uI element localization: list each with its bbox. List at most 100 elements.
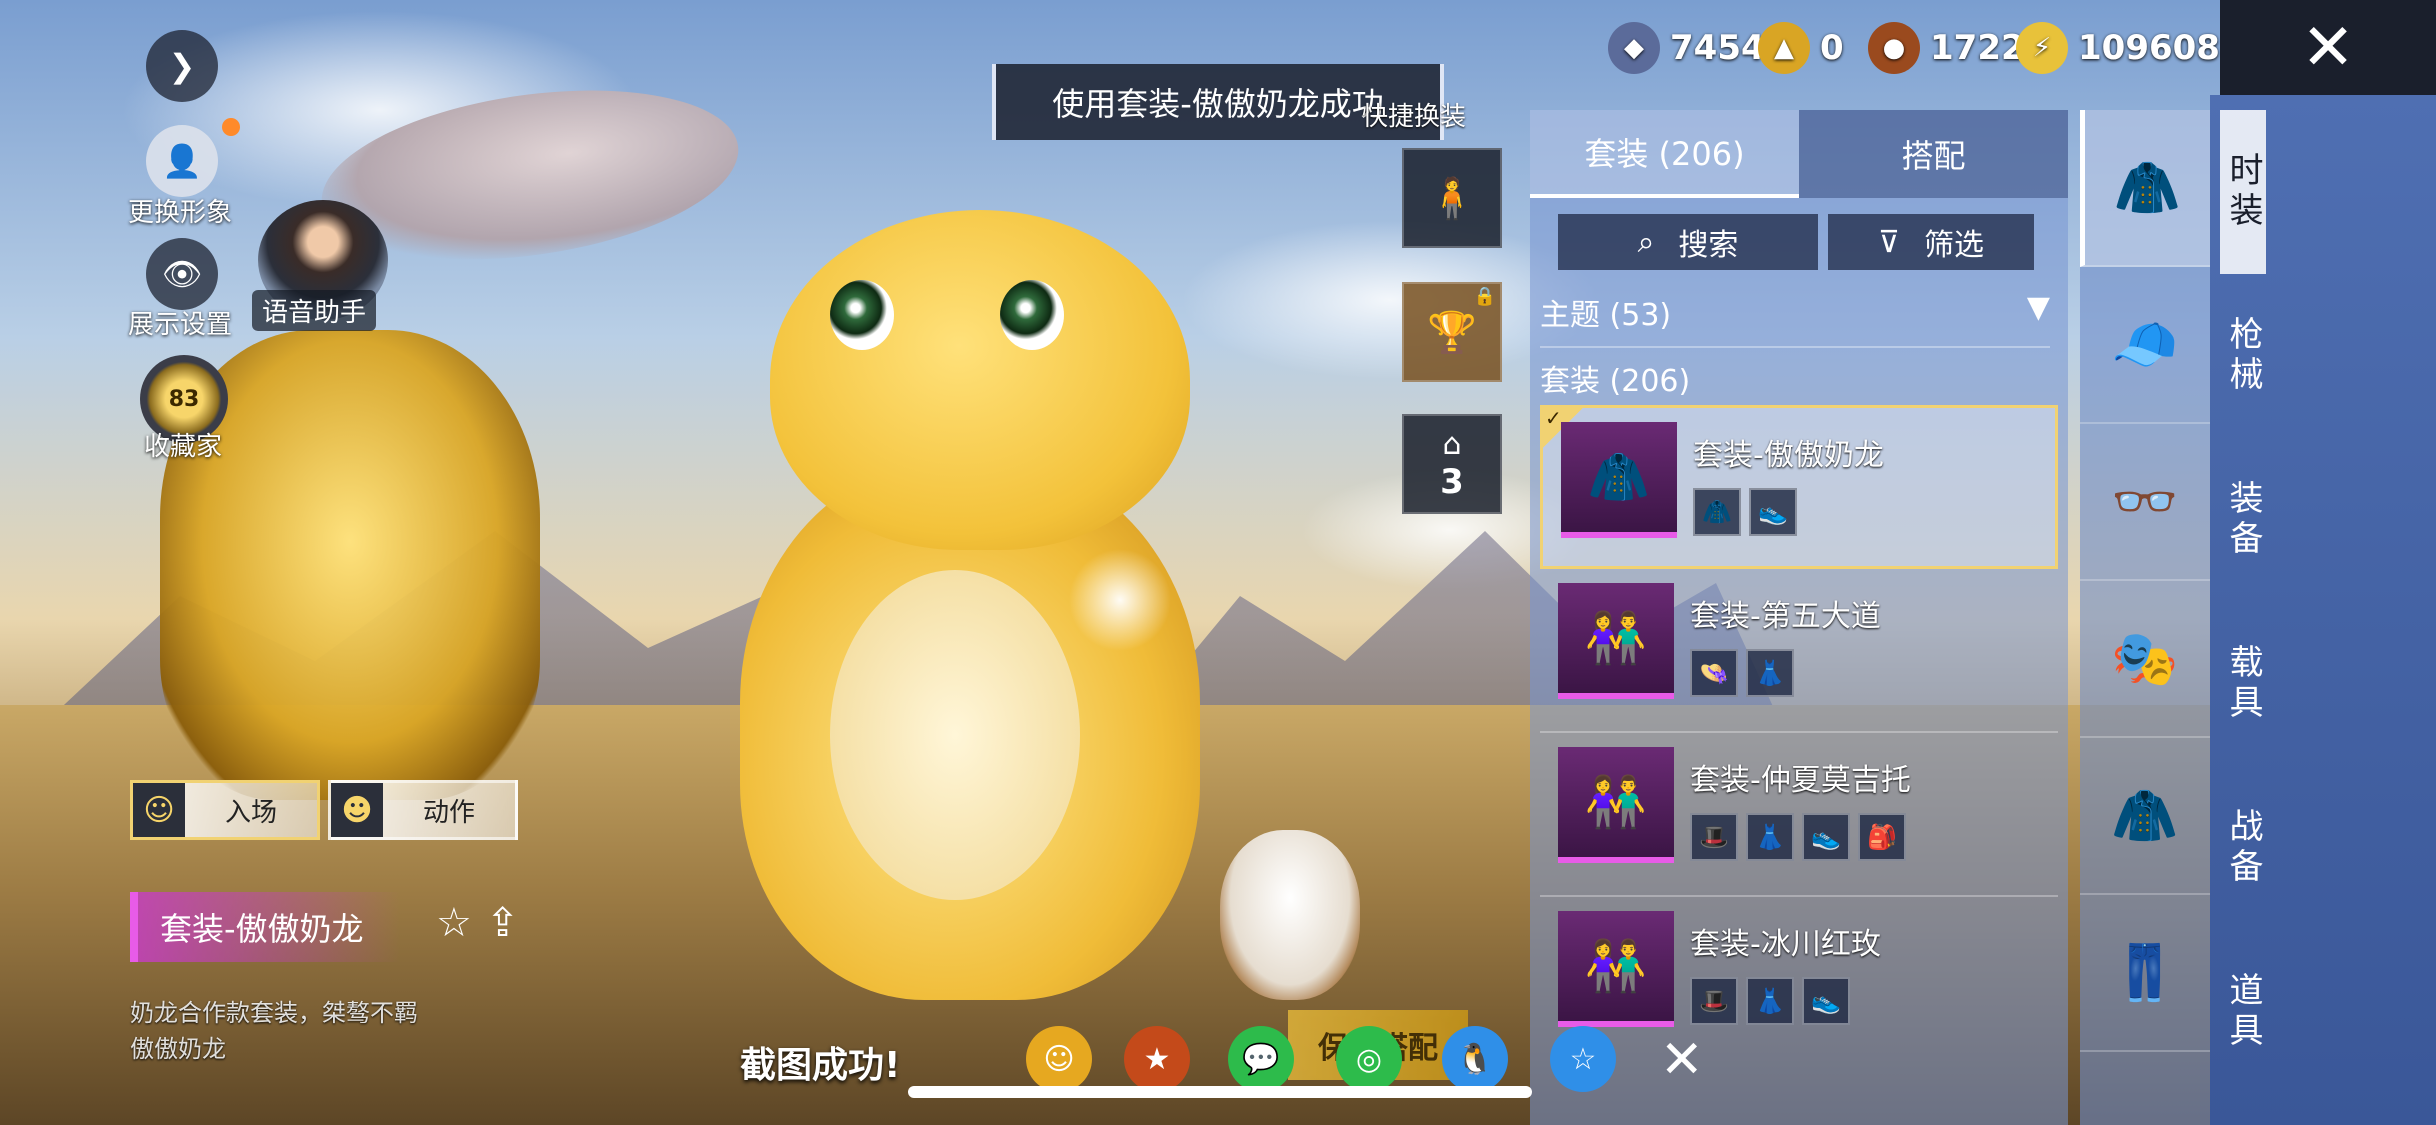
silver-coin-icon: ◆ — [1608, 22, 1660, 74]
game-logo-icon: ★ — [1143, 1041, 1171, 1077]
glasses-icon: 👓 — [2111, 469, 2179, 533]
nav-battle-gear[interactable]: 战备 — [2220, 766, 2266, 930]
voice-assistant-label[interactable]: 语音助手 — [252, 290, 377, 331]
share-friend-button[interactable]: ☺ — [1026, 1026, 1092, 1092]
triangle-down-icon: ▼ — [2026, 290, 2050, 325]
outfit-icon: 🧥 — [2113, 155, 2182, 219]
search-icon: ⌕ — [1637, 224, 1655, 260]
filter-button[interactable]: ⊽ 筛选 — [1828, 214, 2034, 270]
display-settings-label: 展示设置 — [128, 310, 233, 340]
expand-arrow-button[interactable]: ❯ — [146, 30, 218, 102]
filter-label: 筛选 — [1923, 228, 1984, 263]
category-top[interactable]: 🧥 — [2080, 738, 2210, 895]
gold-token-icon: ▲ — [1758, 22, 1810, 74]
share-close-button[interactable]: ✕ — [1660, 1030, 1704, 1090]
favorite-star-icon[interactable]: ☆ — [436, 900, 472, 946]
screenshot-success-label: 截图成功! — [740, 1045, 901, 1086]
theme-dropdown[interactable]: 主题 (53) ▼ — [1540, 290, 2050, 348]
quick-switch-label[interactable]: 快捷换装 — [1362, 96, 1466, 133]
outfit-thumbnail: 👫 — [1558, 583, 1674, 699]
outfit-item-fifth-avenue[interactable]: 👫 套装-第五大道 👒 👗 — [1540, 569, 2058, 733]
dress-part-icon[interactable]: 👗 — [1746, 649, 1794, 697]
emote-person-icon: ☻ — [331, 783, 384, 837]
nav-items[interactable]: 道具 — [2220, 930, 2266, 1094]
share-wechat-button[interactable]: 💬 — [1228, 1026, 1294, 1092]
wardrobe-slot[interactable]: ⌂ 3 — [1402, 414, 1502, 514]
tab-combo[interactable]: 搭配 — [1799, 110, 2068, 198]
filter-icon: ⊽ — [1878, 224, 1900, 260]
entrance-label: 入场 — [225, 797, 278, 828]
motion-button[interactable]: ☻ 动作 — [328, 780, 519, 840]
trophy-slot[interactable]: 🏆 🔒 — [1402, 282, 1502, 382]
outfit-title-actions: ☆ ⇪ — [436, 900, 519, 946]
user-silhouette-icon: 👤 — [162, 142, 202, 180]
outfit-item-summer-mojito[interactable]: 👫 套装-仲夏莫吉托 🎩 👗 👟 🎒 — [1540, 733, 2058, 897]
outfit-tabs: 套装 (206) 搭配 — [1530, 110, 2068, 198]
nav-fashion[interactable]: 时装 — [2220, 110, 2266, 274]
nav-equipment[interactable]: 装备 — [2220, 438, 2266, 602]
outfit-list: ✓ 🧥 套装-傲傲奶龙 🧥 👟 👫 套装-第五大道 👒 👗 👫 套装-仲夏莫吉托… — [1530, 405, 2068, 1061]
shoe-part-icon[interactable]: 👟 — [1749, 488, 1797, 536]
change-avatar-button[interactable]: 👤 — [146, 125, 218, 197]
hat-part-icon[interactable]: 🎩 — [1690, 977, 1738, 1025]
share-icon[interactable]: ⇪ — [486, 900, 520, 946]
shoe-part-icon[interactable]: 👟 — [1802, 977, 1850, 1025]
smiley-icon: ☺ — [133, 783, 185, 837]
panel-tools: ⌕ 搜索 ⊽ 筛选 — [1558, 214, 2034, 270]
currency-coupon-value: 109608 — [2078, 28, 2220, 68]
category-rail: 🧥 🧢 👓 🎭 🧥 👖 — [2080, 110, 2210, 1125]
hat-part-icon[interactable]: 🎩 — [1690, 813, 1738, 861]
home-indicator[interactable] — [908, 1086, 1532, 1098]
currency-silver-value: 7454 — [1670, 28, 1765, 68]
category-outfit[interactable]: 🧥 — [2080, 110, 2210, 267]
outfit-thumbnail: 🧥 — [1561, 422, 1677, 538]
outfit-parts: 👒 👗 — [1690, 649, 1794, 697]
moments-icon: ◎ — [1355, 1041, 1383, 1077]
cap-icon: 🧢 — [2111, 312, 2179, 376]
currency-silver: ◆ 7454 — [1608, 22, 1765, 74]
chevron-right-icon: ❯ — [168, 47, 196, 85]
section-nav: 时装 枪械 装备 载具 战备 道具 — [2220, 110, 2350, 1125]
close-button[interactable]: ✕ — [2220, 0, 2436, 95]
outfit-item-aoao-nailong[interactable]: ✓ 🧥 套装-傲傲奶龙 🧥 👟 — [1540, 405, 2058, 569]
dress-part-icon[interactable]: 👗 — [1746, 977, 1794, 1025]
nav-weapons[interactable]: 枪械 — [2220, 274, 2266, 438]
currency-bronze: ● 1722 — [1868, 22, 2025, 74]
share-qq-button[interactable]: 🐧 — [1442, 1026, 1508, 1092]
share-qzone-button[interactable]: ☆ — [1550, 1026, 1616, 1092]
share-moments-button[interactable]: ◎ — [1336, 1026, 1402, 1092]
jacket-part-icon[interactable]: 🧥 — [1693, 488, 1741, 536]
bag-part-icon[interactable]: 🎒 — [1858, 813, 1906, 861]
outfit-item-name: 套装-冰川红玫 — [1690, 927, 1881, 962]
lightning-coupon-icon: ⚡ — [2016, 22, 2068, 74]
currency-bronze-value: 1722 — [1930, 28, 2025, 68]
hat-part-icon[interactable]: 👒 — [1690, 649, 1738, 697]
outfit-panel: 套装 (206) 搭配 ⌕ 搜索 ⊽ 筛选 主题 (53) ▼ 套装 (206)… — [1530, 110, 2068, 1125]
outfit-item-glacier-rose[interactable]: 👫 套装-冰川红玫 🎩 👗 👟 — [1540, 897, 2058, 1061]
category-glasses[interactable]: 👓 — [2080, 424, 2210, 581]
collector-label: 收藏家 — [144, 432, 223, 462]
share-game-community-button[interactable]: ★ — [1124, 1026, 1190, 1092]
category-mask[interactable]: 🎭 — [2080, 581, 2210, 738]
change-avatar-label: 更换形象 — [128, 198, 233, 228]
category-hat[interactable]: 🧢 — [2080, 267, 2210, 424]
eye-icon: 👁 — [161, 255, 203, 293]
entrance-button[interactable]: ☺ 入场 — [130, 780, 321, 840]
nav-vehicles[interactable]: 载具 — [2220, 602, 2266, 766]
pants-icon: 👖 — [2111, 940, 2179, 1004]
display-settings-button[interactable]: 👁 — [146, 238, 218, 310]
dress-part-icon[interactable]: 👗 — [1746, 813, 1794, 861]
search-button[interactable]: ⌕ 搜索 — [1558, 214, 1818, 270]
shoe-part-icon[interactable]: 👟 — [1802, 813, 1850, 861]
outfit-preview-slot[interactable]: 🧍 — [1402, 148, 1502, 248]
outfit-item-name: 套装-仲夏莫吉托 — [1690, 763, 1911, 798]
outfit-item-name: 套装-傲傲奶龙 — [1693, 438, 1884, 473]
lock-icon: 🔒 — [1473, 286, 1496, 307]
outfit-desc-line1: 奶龙合作款套装，桀骜不羁 — [130, 999, 418, 1027]
category-pants[interactable]: 👖 — [2080, 895, 2210, 1052]
tab-outfit[interactable]: 套装 (206) — [1530, 110, 1799, 198]
theme-label: 主题 (53) — [1540, 298, 1672, 333]
outfit-thumbnail: 👫 — [1558, 747, 1674, 863]
outfit-desc-line2: 傲傲奶龙 — [130, 1035, 226, 1063]
outfit-thumbnail: 👫 — [1558, 911, 1674, 1027]
